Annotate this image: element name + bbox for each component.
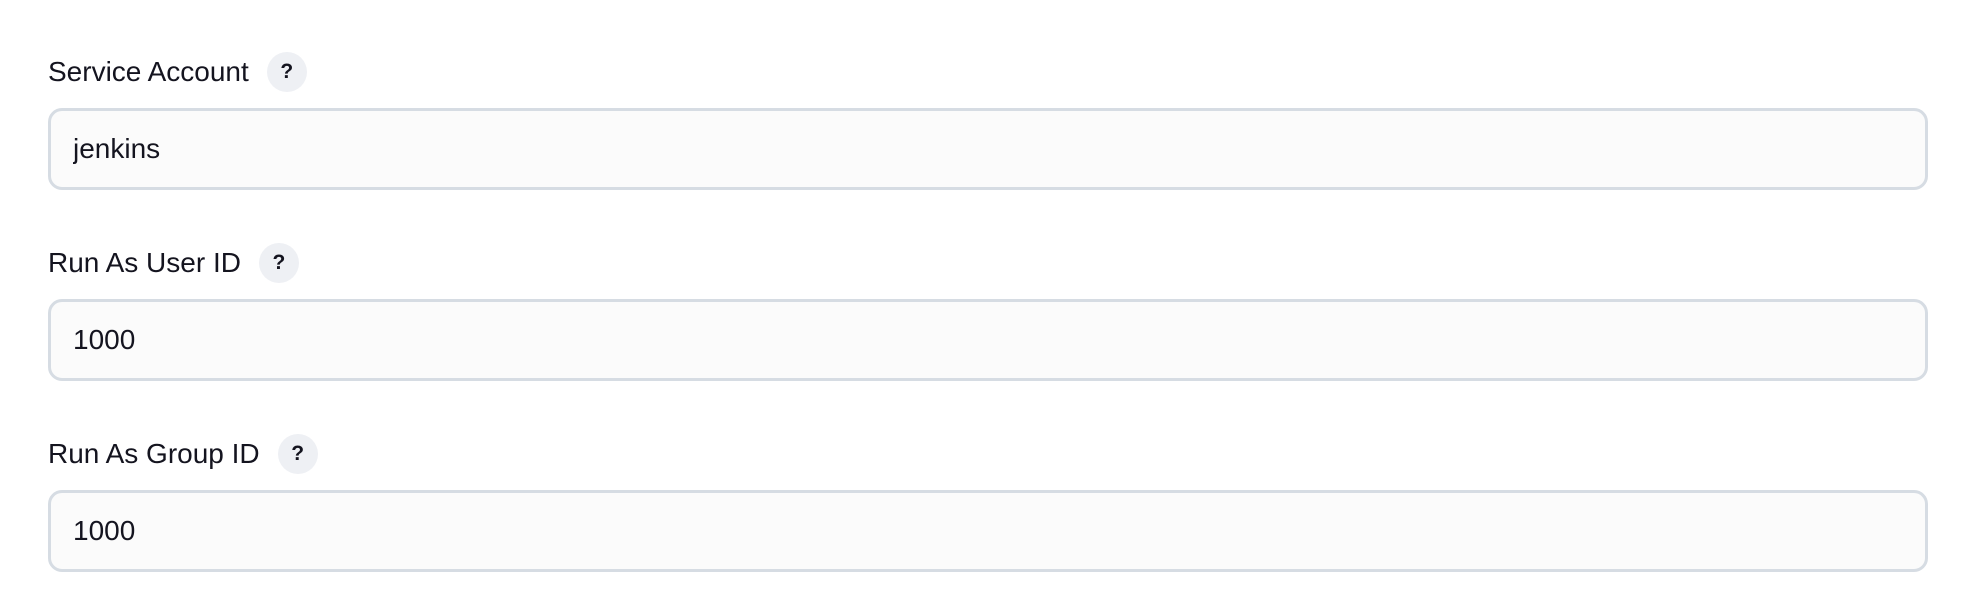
service-account-input[interactable] xyxy=(48,108,1928,190)
service-account-field: Service Account ? xyxy=(48,0,1928,191)
run-as-group-id-input[interactable] xyxy=(48,490,1928,572)
pod-settings-form: Service Account ? Run As User ID ? Run A… xyxy=(48,0,1928,573)
run-as-user-id-label: Run As User ID xyxy=(48,247,241,278)
run-as-group-id-label-row: Run As Group ID ? xyxy=(48,434,318,474)
service-account-help-icon[interactable]: ? xyxy=(266,52,307,92)
run-as-group-id-field: Run As Group ID ? xyxy=(48,382,1928,573)
service-account-label-row: Service Account ? xyxy=(48,52,307,92)
run-as-group-id-help-icon[interactable]: ? xyxy=(277,434,318,474)
run-as-user-id-input[interactable] xyxy=(48,299,1928,381)
run-as-user-id-help-icon[interactable]: ? xyxy=(258,243,299,283)
service-account-label: Service Account xyxy=(48,56,249,87)
run-as-group-id-label: Run As Group ID xyxy=(48,438,260,469)
run-as-user-id-field: Run As User ID ? xyxy=(48,191,1928,382)
run-as-user-id-label-row: Run As User ID ? xyxy=(48,243,299,283)
